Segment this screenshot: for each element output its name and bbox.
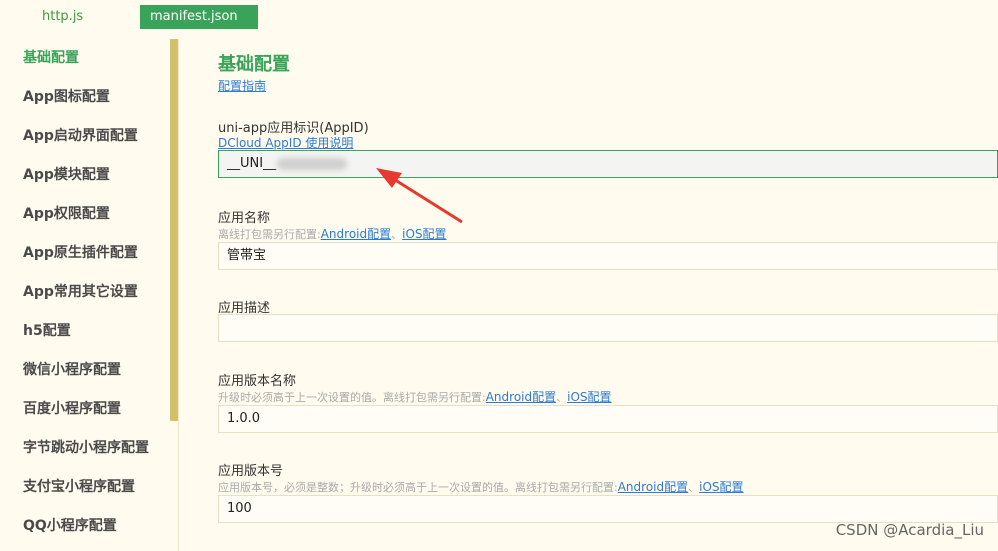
red-arrow-annotation bbox=[376, 168, 463, 224]
arrow-head bbox=[376, 168, 402, 188]
arrow-shaft bbox=[391, 176, 463, 224]
csdn-watermark: CSDN @Acardia_Liu bbox=[835, 521, 984, 539]
